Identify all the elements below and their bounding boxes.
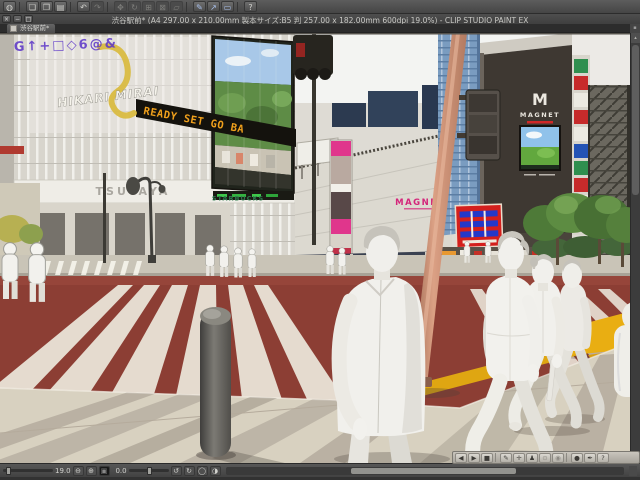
scrollbar-corner: [629, 465, 637, 476]
zoom-value: 19.0: [55, 466, 71, 475]
canvas-thumbnail-icon: [10, 25, 17, 32]
scale-tool-icon[interactable]: ⊞: [142, 1, 155, 12]
mesh-transform-icon[interactable]: ⊠: [156, 1, 169, 12]
launcher-options-button[interactable]: ?: [597, 452, 609, 463]
toolbar-separator: [107, 1, 111, 12]
toolbar-separator: [19, 1, 23, 12]
selection-icon[interactable]: ▱: [170, 1, 183, 12]
object-tool-button[interactable]: ✎: [500, 452, 512, 463]
magnet-logo-name: MAGNET: [520, 111, 560, 119]
pen-button[interactable]: ✒: [584, 452, 596, 463]
rotate-tool-icon[interactable]: ↻: [128, 1, 141, 12]
clip-studio-paint-window: ◍ ❏ ❒ ▤ ↶ ↷ ✥ ↻ ⊞ ⊠ ▱ ✎ ↗ ▭? × − □ 渋谷駅前* (A4 297.00 x 2…: [0, 0, 640, 480]
snap-curve-icon[interactable]: ↗: [207, 1, 220, 12]
camera-pan-button[interactable]: ◉: [552, 452, 564, 463]
main-toolbar: ◍ ❏ ❒ ▤ ↶ ↷ ✥ ↻ ⊞ ⊠ ▱ ✎ ↗ ▭?: [0, 0, 640, 14]
red-billboard: [454, 203, 504, 249]
canvas-tab-bar: 渋谷駅前*: [0, 24, 640, 33]
toolbar-separator: [70, 1, 74, 12]
big-screen: [211, 35, 295, 194]
sign-starbucks: STARBUCKS: [212, 195, 264, 203]
redo-icon[interactable]: ↷: [91, 1, 104, 12]
zoom-slider[interactable]: [3, 466, 53, 475]
open-file-icon[interactable]: ❒: [40, 1, 53, 12]
toolbar-separator: [566, 453, 569, 462]
rotate-cw-icon[interactable]: ↻: [183, 465, 195, 476]
horizontal-scroll-thumb[interactable]: [350, 467, 516, 474]
material-sphere-button[interactable]: ●: [571, 452, 583, 463]
new-file-icon[interactable]: ❏: [26, 1, 39, 12]
move-tool-icon[interactable]: ✥: [114, 1, 127, 12]
snap-ruler-icon[interactable]: ✎: [193, 1, 206, 12]
building-qfront: TSUTAYA: [0, 33, 296, 261]
toolbar-separator: [237, 1, 241, 12]
rotation-slider-knob[interactable]: [146, 466, 152, 475]
camera-move-button[interactable]: ✛: [513, 452, 525, 463]
object-launcher: ◀ ▶ ■ ✎ ✛ ♟ ⊙ ◉ ● ✒?: [452, 451, 640, 464]
3d-scene: TSUTAYA: [0, 33, 630, 463]
zoom-buttons: ⊖ ⊕ ▣: [72, 465, 110, 476]
help-icon[interactable]: ?: [244, 1, 257, 12]
toolbar-separator: [186, 1, 190, 12]
scroll-up-icon[interactable]: ▴: [631, 33, 640, 43]
undo-icon[interactable]: ↶: [77, 1, 90, 12]
clip-studio-logo-icon[interactable]: ◍: [3, 1, 16, 12]
horizontal-scrollbar[interactable]: [225, 466, 624, 475]
stop-button[interactable]: ■: [481, 452, 493, 463]
magnet-logo-m: M: [532, 90, 548, 109]
rotation-slider[interactable]: [128, 466, 169, 475]
flip-horizontal-icon[interactable]: ◑: [209, 465, 221, 476]
snap-grid-icon[interactable]: ▭: [221, 1, 234, 12]
rotate-ccw-icon[interactable]: ↺: [170, 465, 182, 476]
prev-object-button[interactable]: ◀: [455, 452, 467, 463]
fit-screen-button[interactable]: ▣: [98, 465, 110, 476]
canvas-viewport[interactable]: TSUTAYA: [0, 33, 630, 463]
next-object-button[interactable]: ▶: [468, 452, 480, 463]
zoom-in-icon[interactable]: ⊕: [85, 465, 97, 476]
reset-rotation-icon[interactable]: ◯: [196, 465, 208, 476]
title-bar: × − □ 渋谷駅前* (A4 297.00 x 210.00mm 製本サイズ:B5…: [0, 14, 640, 25]
tab-shibuya-ekimae[interactable]: 渋谷駅前*: [7, 24, 56, 33]
camera-orbit-button[interactable]: ⊙: [539, 452, 551, 463]
tab-label: 渋谷駅前*: [20, 24, 50, 32]
rotation-value: 0.0: [115, 466, 127, 475]
save-file-icon[interactable]: ▤: [54, 1, 67, 12]
pose-button[interactable]: ♟: [526, 452, 538, 463]
zoom-slider-knob[interactable]: [6, 466, 11, 475]
vertical-scrollbar[interactable]: ▴ ▾: [630, 33, 640, 463]
rotate-buttons: ↺ ↻ ◯ ◑: [170, 465, 221, 476]
vertical-scroll-thumb[interactable]: [632, 45, 639, 195]
canvas-top-edge: [0, 33, 630, 35]
magnet-banner: [329, 139, 353, 261]
zoom-out-icon[interactable]: ⊖: [72, 465, 84, 476]
tower-screen: [519, 125, 561, 171]
toolbar-separator: [495, 453, 498, 462]
canvas-bottom-bar: 19.0 ⊖ ⊕ ▣ 0.0 ↺ ↻ ◯ ◑: [0, 463, 640, 477]
tab-list-button[interactable]: ▪: [630, 24, 640, 33]
